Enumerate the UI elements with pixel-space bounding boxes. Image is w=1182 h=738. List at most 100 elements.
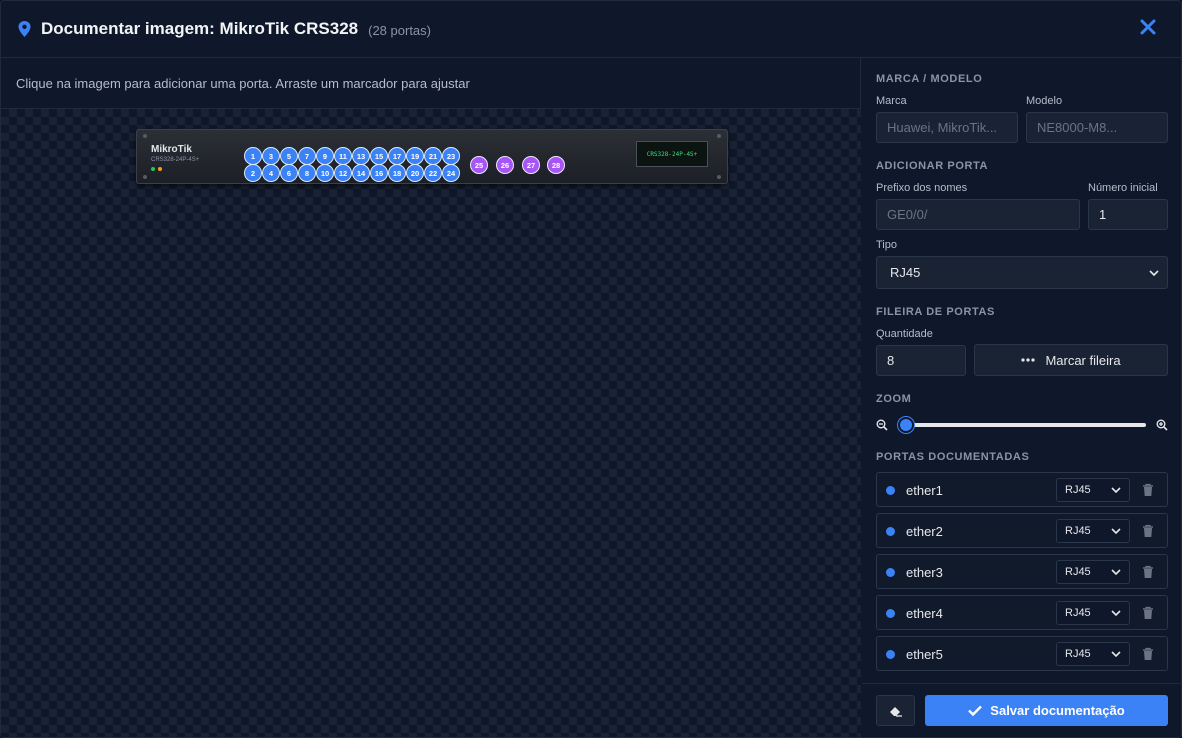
- mark-row-label: Marcar fileira: [1045, 352, 1121, 368]
- port-type-value: RJ45: [1065, 525, 1091, 537]
- port-type-value: RJ45: [1065, 566, 1091, 578]
- port-type-select[interactable]: RJ45: [1056, 478, 1130, 502]
- trash-icon[interactable]: [1142, 565, 1154, 579]
- trash-icon[interactable]: [1142, 606, 1154, 620]
- quantity-input[interactable]: 8: [876, 345, 966, 376]
- chevron-down-icon: [1111, 569, 1121, 575]
- brand-input[interactable]: Huawei, MikroTik...: [876, 112, 1018, 143]
- port-type-select[interactable]: RJ45: [1056, 519, 1130, 543]
- prefix-input[interactable]: GE0/0/: [876, 199, 1080, 230]
- port-type-select[interactable]: RJ45: [1056, 601, 1130, 625]
- port-marker[interactable]: 22: [424, 164, 442, 182]
- document-image-modal: Documentar imagem: MikroTik CRS328 (28 p…: [0, 0, 1182, 738]
- trash-icon[interactable]: [1142, 524, 1154, 538]
- port-marker[interactable]: 10: [316, 164, 334, 182]
- port-color-dot: [886, 609, 895, 618]
- close-icon[interactable]: [1139, 18, 1157, 36]
- port-marker[interactable]: 6: [280, 164, 298, 182]
- port-color-dot: [886, 527, 895, 536]
- page-title: Documentar imagem: MikroTik CRS328: [41, 19, 359, 38]
- port-color-dot: [886, 486, 895, 495]
- prefix-label: Prefixo dos nomes: [876, 182, 968, 194]
- port-marker-sfp[interactable]: 25: [470, 156, 488, 174]
- chevron-down-icon: [1149, 269, 1159, 276]
- quantity-label: Quantidade: [876, 328, 933, 340]
- trash-icon[interactable]: [1142, 483, 1154, 497]
- brand-label: Marca: [876, 95, 907, 107]
- port-type-value: RJ45: [1065, 648, 1091, 660]
- port-marker[interactable]: 8: [298, 164, 316, 182]
- port-marker[interactable]: 5: [280, 147, 298, 165]
- port-marker[interactable]: 12: [334, 164, 352, 182]
- device-lcd: CRS328-24P-4S+: [636, 141, 708, 167]
- port-name[interactable]: ether3: [906, 565, 943, 580]
- port-name[interactable]: ether5: [906, 647, 943, 662]
- device-brand-label: MikroTik: [151, 144, 192, 155]
- port-marker[interactable]: 23: [442, 147, 460, 165]
- port-marker[interactable]: 13: [352, 147, 370, 165]
- port-marker[interactable]: 18: [388, 164, 406, 182]
- mark-row-button[interactable]: Marcar fileira: [974, 344, 1168, 376]
- port-name[interactable]: ether1: [906, 483, 943, 498]
- documented-port-item: ether2 RJ45: [876, 513, 1168, 548]
- port-marker-sfp[interactable]: 26: [496, 156, 514, 174]
- sidebar-footer: Salvar documentação: [862, 683, 1181, 737]
- check-icon: [968, 705, 983, 716]
- port-marker-sfp[interactable]: 27: [522, 156, 540, 174]
- screw: [717, 134, 721, 138]
- port-marker[interactable]: 15: [370, 147, 388, 165]
- port-type-select[interactable]: RJ45: [1056, 642, 1130, 666]
- port-marker[interactable]: 16: [370, 164, 388, 182]
- zoom-in-icon[interactable]: [1156, 419, 1168, 431]
- section-port-row: FILEIRA DE PORTAS: [876, 306, 995, 318]
- port-marker[interactable]: 1: [244, 147, 262, 165]
- port-marker[interactable]: 11: [334, 147, 352, 165]
- trash-icon[interactable]: [1142, 647, 1154, 661]
- section-documented-ports: PORTAS DOCUMENTADAS: [876, 451, 1030, 463]
- port-name[interactable]: ether2: [906, 524, 943, 539]
- section-add-port: ADICIONAR PORTA: [876, 160, 989, 172]
- start-number-input[interactable]: 1: [1088, 199, 1168, 230]
- zoom-track: [898, 423, 1146, 427]
- port-color-dot: [886, 568, 895, 577]
- port-type-value: RJ45: [1065, 607, 1091, 619]
- chevron-down-icon: [1111, 487, 1121, 493]
- port-marker[interactable]: 7: [298, 147, 316, 165]
- documented-port-item: ether1 RJ45: [876, 472, 1168, 507]
- status-led: [151, 167, 155, 171]
- port-marker[interactable]: 20: [406, 164, 424, 182]
- port-marker[interactable]: 21: [424, 147, 442, 165]
- port-marker[interactable]: 3: [262, 147, 280, 165]
- save-button[interactable]: Salvar documentação: [925, 695, 1168, 726]
- port-marker-sfp[interactable]: 28: [547, 156, 565, 174]
- port-marker[interactable]: 9: [316, 147, 334, 165]
- zoom-slider[interactable]: [898, 416, 1146, 434]
- clear-button[interactable]: [876, 695, 915, 726]
- image-canvas[interactable]: MikroTik CRS328-24P-4S+ CRS328-24P-4S+ 1…: [1, 109, 861, 737]
- port-type-select[interactable]: RJ45: [1056, 560, 1130, 584]
- zoom-thumb[interactable]: [898, 417, 914, 433]
- section-zoom: ZOOM: [876, 393, 912, 405]
- port-marker[interactable]: 2: [244, 164, 262, 182]
- documented-port-item: ether3 RJ45: [876, 554, 1168, 589]
- port-marker[interactable]: 24: [442, 164, 460, 182]
- model-input[interactable]: NE8000-M8...: [1026, 112, 1168, 143]
- device-model-label: CRS328-24P-4S+: [151, 157, 200, 163]
- zoom-out-icon[interactable]: [876, 419, 888, 431]
- more-dots-icon: [1021, 358, 1036, 362]
- port-marker[interactable]: 4: [262, 164, 280, 182]
- port-name[interactable]: ether4: [906, 606, 943, 621]
- documented-port-item: ether4 RJ45: [876, 595, 1168, 630]
- port-marker[interactable]: 19: [406, 147, 424, 165]
- port-marker[interactable]: 17: [388, 147, 406, 165]
- switch-image[interactable]: MikroTik CRS328-24P-4S+ CRS328-24P-4S+ 1…: [136, 129, 728, 184]
- instructions-text: Clique na imagem para adicionar uma port…: [1, 58, 860, 109]
- port-marker[interactable]: 14: [352, 164, 370, 182]
- chevron-down-icon: [1111, 528, 1121, 534]
- image-panel: Clique na imagem para adicionar uma port…: [1, 58, 861, 737]
- section-brand-model: MARCA / MODELO: [876, 73, 983, 85]
- screw: [143, 175, 147, 179]
- modal-header: Documentar imagem: MikroTik CRS328 (28 p…: [1, 1, 1181, 58]
- type-select[interactable]: RJ45: [876, 256, 1168, 289]
- port-type-value: RJ45: [1065, 484, 1091, 496]
